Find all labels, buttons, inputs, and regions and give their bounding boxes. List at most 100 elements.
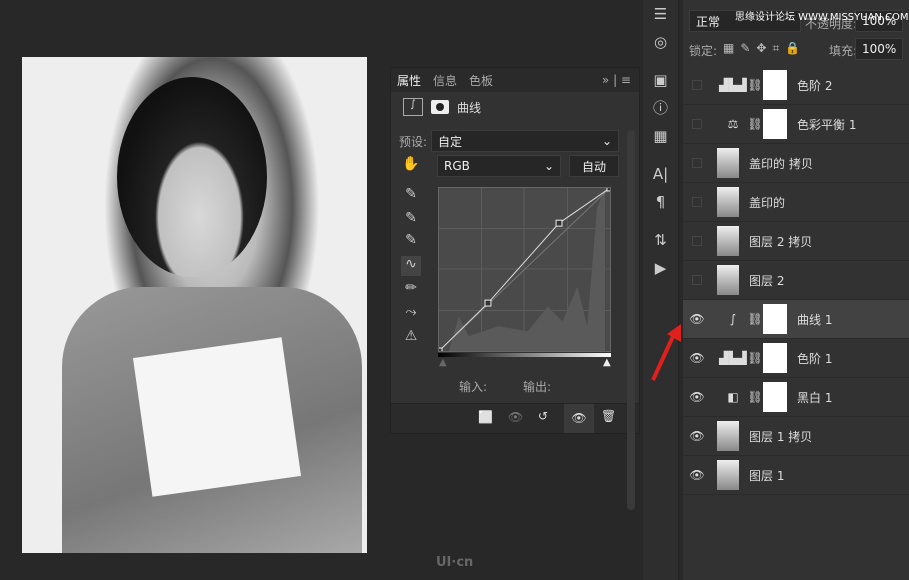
link-icon: ⛓: [747, 117, 763, 131]
preset-select[interactable]: 自定 ⌄: [431, 130, 619, 152]
tab-info[interactable]: 信息: [433, 72, 457, 89]
eye-icon[interactable]: 👁: [683, 312, 711, 326]
layer-mask-thumbnail[interactable]: [763, 382, 787, 412]
reset-icon[interactable]: ↺: [538, 409, 548, 423]
curve-point[interactable]: [606, 187, 611, 192]
black-point-slider[interactable]: ▲: [439, 357, 447, 368]
layer-row[interactable]: 👁 ▟▙▟ ⛓ 色阶 1: [683, 339, 909, 378]
pencil-icon[interactable]: ✏: [401, 280, 421, 300]
layer-name: 盖印的 拷贝: [749, 156, 813, 171]
layer-name: 曲线 1: [797, 312, 833, 327]
canvas-photo: [22, 57, 367, 553]
gradient-bar: [438, 353, 611, 357]
curves-icon[interactable]: ∫: [403, 98, 423, 116]
paragraph-icon[interactable]: ¶: [643, 188, 678, 216]
layer-mask-thumbnail[interactable]: [763, 109, 787, 139]
layer-thumbnail: [717, 226, 739, 256]
layer-name: 图层 1: [749, 468, 785, 483]
layer-name: 图层 2: [749, 273, 785, 288]
link-icon: ⛓: [747, 351, 763, 365]
mask-icon[interactable]: [431, 100, 449, 114]
panel-title: 曲线: [457, 100, 482, 115]
curve-point[interactable]: [555, 219, 563, 227]
eye-icon[interactable]: 👁: [683, 390, 711, 404]
visibility-toggle[interactable]: [692, 236, 702, 246]
levels-icon: ▟▙▟: [719, 78, 747, 92]
link-icon: ⛓: [747, 390, 763, 404]
layer-row[interactable]: ▟▙▟ ⛓ 色阶 2: [683, 66, 909, 105]
layer-thumbnail: [717, 187, 739, 217]
clip-to-layer-icon[interactable]: ⬜: [478, 410, 493, 424]
layer-mask-thumbnail[interactable]: [763, 70, 787, 100]
layer-row[interactable]: 👁 ◧ ⛓ 黑白 1: [683, 378, 909, 417]
panel-menu-icon[interactable]: » | ≡: [602, 73, 631, 87]
delete-icon[interactable]: 🗑: [601, 409, 616, 423]
curve-graph[interactable]: [438, 187, 611, 352]
balance-icon: ⚖: [727, 117, 739, 131]
tool-strip: ☰ ◎ ▣ ⓘ ▦ A| ¶ ⇅ ▶: [643, 0, 679, 580]
adjustments-icon[interactable]: ☰: [643, 0, 678, 28]
white-eyedropper-icon[interactable]: ✎: [401, 232, 421, 252]
link-icon: ⛓: [747, 78, 763, 92]
layer-name: 盖印的: [749, 195, 786, 210]
layer-row[interactable]: 👁 图层 1 拷贝: [683, 417, 909, 456]
layer-mask-thumbnail[interactable]: [763, 304, 787, 334]
levels-icon: ▟▙▟: [719, 351, 747, 365]
layer-row[interactable]: 图层 2 拷贝: [683, 222, 909, 261]
layer-row[interactable]: 👁 ∫ ⛓ 曲线 1: [683, 300, 909, 339]
scrollbar[interactable]: [627, 130, 635, 510]
character-icon[interactable]: A|: [643, 160, 678, 188]
eye-icon[interactable]: 👁: [683, 429, 711, 443]
layer-thumbnail: [717, 460, 739, 490]
eye-icon[interactable]: 👁: [683, 351, 711, 365]
auto-button[interactable]: 自动: [569, 155, 619, 177]
input-label: 输入:: [459, 380, 488, 394]
curve-point-tool-icon[interactable]: ∿: [401, 256, 421, 276]
clipping-warning-icon[interactable]: ⚠: [401, 328, 421, 348]
watermark: 思缘设计论坛 WWW.MISSYUAN.COM: [735, 12, 909, 23]
eye-icon[interactable]: 👁: [683, 468, 711, 482]
play-icon[interactable]: ▶: [643, 254, 678, 282]
view-previous-icon[interactable]: 👁: [508, 410, 523, 424]
output-label: 输出:: [523, 380, 552, 394]
target-adjust-icon[interactable]: ✋: [401, 156, 421, 176]
curves-icon: ∫: [729, 312, 737, 326]
properties-panel: 属性 信息 色板 » | ≡ ∫ 曲线 预设: 自定 ⌄ ✋ RGB ⌄ 自动 ✎ …: [390, 67, 640, 434]
tab-swatches[interactable]: 色板: [469, 72, 493, 89]
3d-icon[interactable]: ▣: [643, 66, 678, 94]
visibility-toggle[interactable]: [692, 119, 702, 129]
layer-row[interactable]: 👁 图层 1: [683, 456, 909, 495]
layer-row[interactable]: 盖印的 拷贝: [683, 144, 909, 183]
layer-row[interactable]: 图层 2: [683, 261, 909, 300]
layer-thumbnail: [717, 148, 739, 178]
info-icon[interactable]: ⓘ: [643, 94, 678, 122]
layer-mask-thumbnail[interactable]: [763, 343, 787, 373]
visibility-toggle[interactable]: [692, 197, 702, 207]
visibility-icon[interactable]: 👁: [564, 404, 594, 433]
fill-label: 填充:: [829, 44, 858, 58]
grid-icon[interactable]: ▦: [643, 122, 678, 150]
layer-name: 黑白 1: [797, 390, 833, 405]
visibility-toggle[interactable]: [692, 275, 702, 285]
curve-point[interactable]: [438, 347, 443, 352]
smooth-icon[interactable]: ⤳: [401, 304, 421, 324]
visibility-toggle[interactable]: [692, 158, 702, 168]
fill-field[interactable]: 100%: [855, 38, 903, 60]
layer-name: 图层 2 拷贝: [749, 234, 813, 249]
gray-eyedropper-icon[interactable]: ✎: [401, 210, 421, 230]
lock-icons[interactable]: ▦✎✥⌗🔒: [723, 41, 806, 56]
layer-name: 色彩平衡 1: [797, 117, 857, 132]
tab-properties[interactable]: 属性: [397, 72, 421, 89]
white-point-slider[interactable]: ▲: [603, 357, 611, 368]
timeline-icon[interactable]: ⇅: [643, 226, 678, 254]
preset-label: 预设:: [399, 134, 428, 149]
layer-row[interactable]: ⚖ ⛓ 色彩平衡 1: [683, 105, 909, 144]
black-eyedropper-icon[interactable]: ✎: [401, 186, 421, 206]
layer-row[interactable]: 盖印的: [683, 183, 909, 222]
layer-name: 图层 1 拷贝: [749, 429, 813, 444]
curve-point[interactable]: [484, 299, 492, 307]
styles-icon[interactable]: ◎: [643, 28, 678, 56]
visibility-toggle[interactable]: [692, 80, 702, 90]
channel-select[interactable]: RGB ⌄: [437, 155, 561, 177]
ui-cn-logo: UI·cn: [436, 555, 474, 570]
